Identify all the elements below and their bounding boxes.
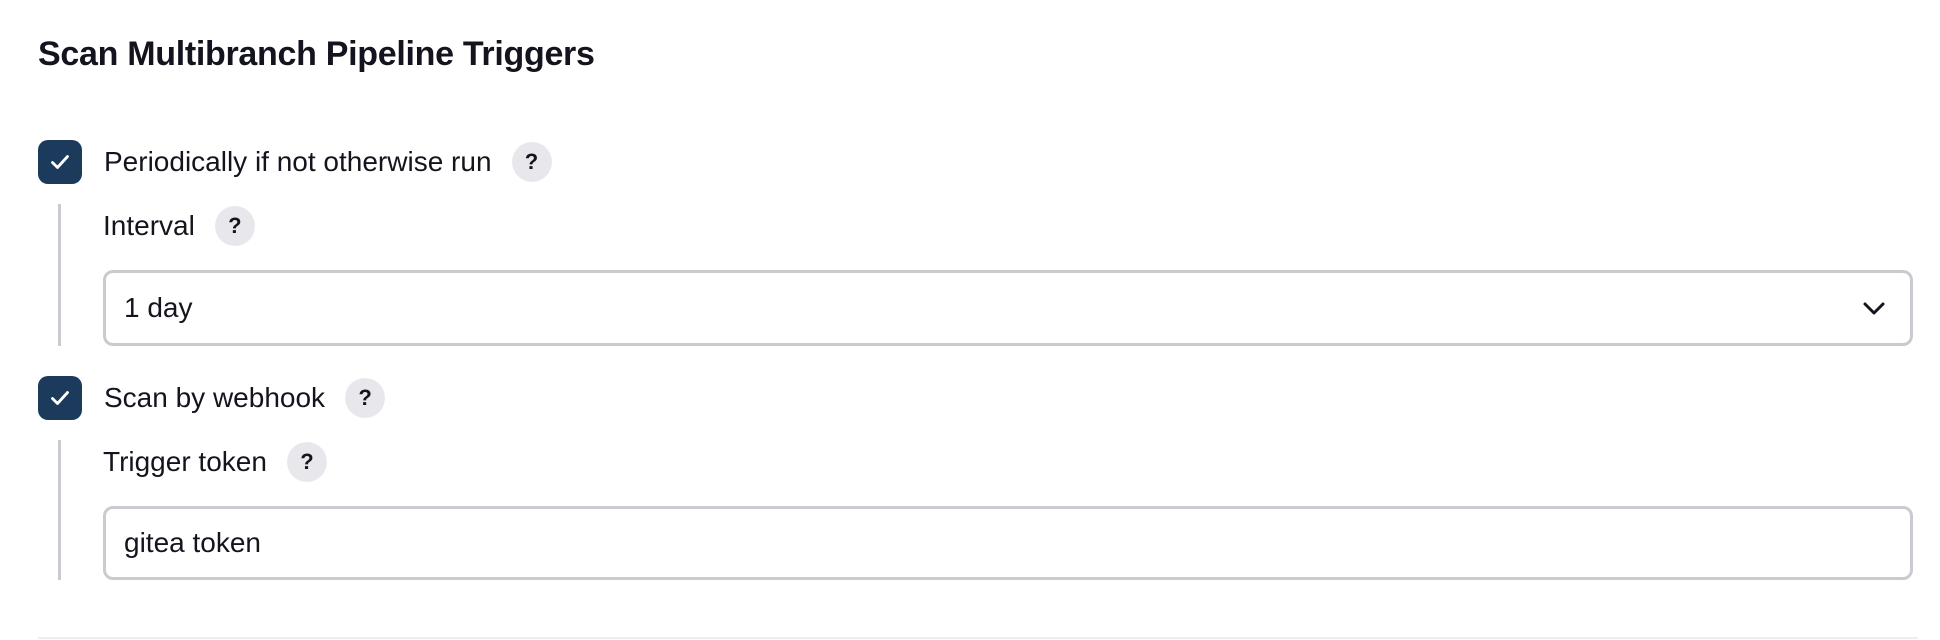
trigger-token-input[interactable]: [124, 527, 1892, 559]
chevron-down-icon: [1856, 290, 1892, 326]
periodic-trigger-label: Periodically if not otherwise run: [104, 146, 492, 177]
token-help-icon[interactable]: ?: [286, 442, 327, 482]
trigger-token-label: Trigger token: [103, 446, 267, 477]
interval-select-value: 1 day: [124, 292, 193, 323]
periodic-trigger-checkbox[interactable]: [38, 140, 82, 184]
webhook-help-icon[interactable]: ?: [345, 378, 386, 418]
section-divider: [38, 637, 1918, 639]
checkmark-icon: [51, 391, 69, 405]
trigger-token-field[interactable]: [103, 506, 1913, 580]
interval-label-row: Interval ?: [103, 204, 255, 248]
interval-help-icon[interactable]: ?: [214, 206, 255, 246]
interval-select[interactable]: 1 day: [103, 270, 1913, 346]
token-nested-block: Trigger token ?: [58, 440, 1921, 580]
interval-label: Interval: [103, 210, 195, 241]
webhook-trigger-checkbox[interactable]: [38, 376, 82, 420]
webhook-trigger-row: Scan by webhook ?: [38, 376, 386, 420]
section-title: Scan Multibranch Pipeline Triggers: [38, 35, 595, 73]
scan-triggers-section: Scan Multibranch Pipeline Triggers Perio…: [0, 0, 1940, 640]
interval-nested-block: Interval ? 1 day: [58, 204, 1921, 346]
periodic-help-icon[interactable]: ?: [511, 142, 552, 182]
periodic-trigger-row: Periodically if not otherwise run ?: [38, 140, 552, 184]
token-label-row: Trigger token ?: [103, 440, 327, 484]
checkmark-icon: [51, 155, 69, 169]
webhook-trigger-label: Scan by webhook: [104, 382, 326, 413]
